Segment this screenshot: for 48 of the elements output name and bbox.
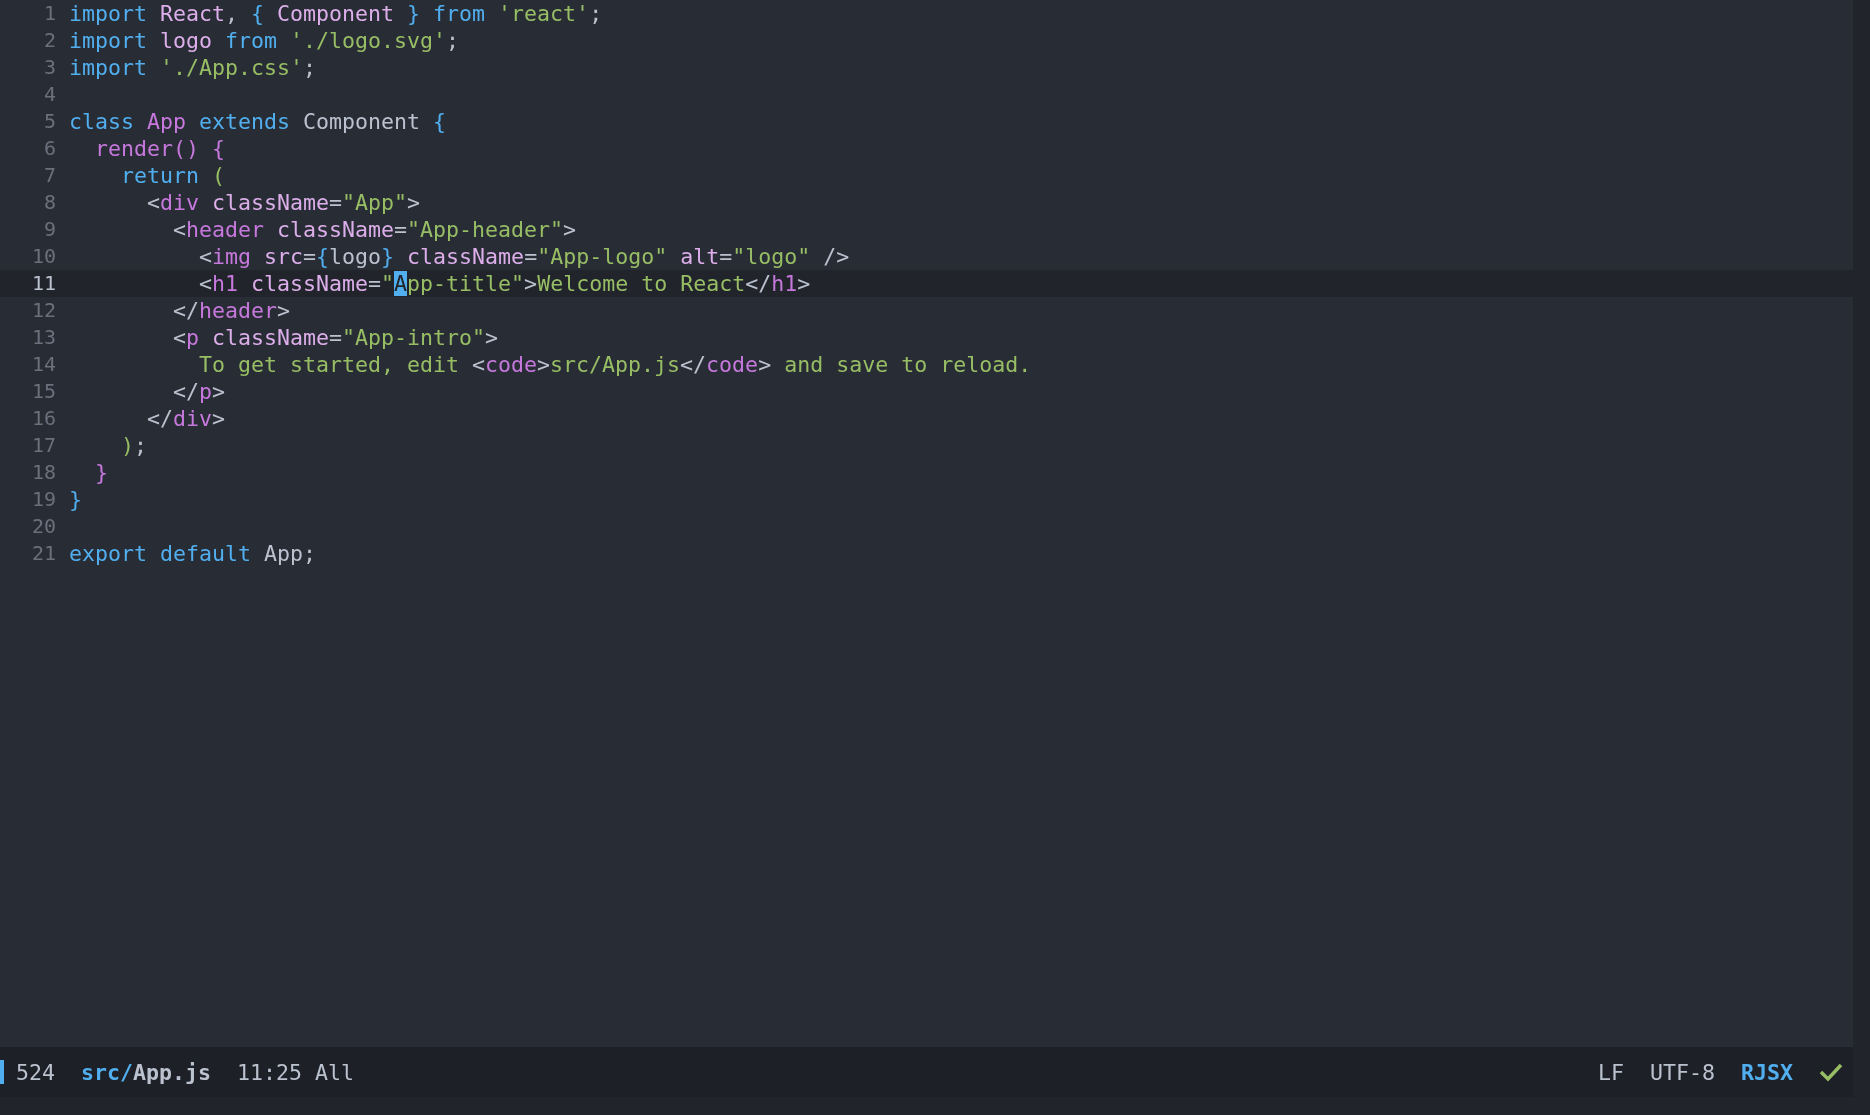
code-line[interactable]: render() { xyxy=(69,135,225,162)
code-line[interactable]: <header className="App-header"> xyxy=(69,216,577,243)
line-number: 15 xyxy=(30,378,56,405)
line-number: 5 xyxy=(42,108,56,135)
code-line[interactable]: import React, { Component } from 'react'; xyxy=(69,0,603,27)
code-line[interactable]: </div> xyxy=(69,405,226,432)
code-line[interactable]: export default App; xyxy=(69,540,317,567)
line-number: 1 xyxy=(42,0,56,27)
line-number: 13 xyxy=(30,324,56,351)
code-line[interactable]: <img src={logo} className="App-logo" alt="logo" /> xyxy=(69,243,850,270)
line-number: 14 xyxy=(30,351,56,378)
code-line[interactable]: import logo from './logo.svg'; xyxy=(69,27,460,54)
line-number: 16 xyxy=(30,405,56,432)
code-line[interactable]: <div className="App"> xyxy=(69,189,421,216)
major-mode: RJSX xyxy=(1741,1059,1793,1085)
line-number: 12 xyxy=(30,297,56,324)
encoding: UTF-8 xyxy=(1649,1059,1715,1085)
line-number: 11 xyxy=(30,270,56,297)
line-number: 3 xyxy=(42,54,56,81)
line-number: 21 xyxy=(30,540,56,567)
code-line[interactable]: </p> xyxy=(69,378,226,405)
code-line[interactable]: </header> xyxy=(69,297,291,324)
file-path: src/App.js xyxy=(81,1059,212,1085)
line-number: 19 xyxy=(30,486,56,513)
code-line[interactable]: import './App.css'; xyxy=(69,54,317,81)
line-number: 20 xyxy=(30,513,56,540)
line-number: 4 xyxy=(42,81,56,108)
line-number: 7 xyxy=(42,162,56,189)
line-number: 2 xyxy=(42,27,56,54)
code-line[interactable]: ); xyxy=(69,432,148,459)
code-line[interactable]: <p className="App-intro"> xyxy=(69,324,499,351)
code-line[interactable]: <h1 className="App-title">Welcome to React</h1> xyxy=(69,270,811,297)
line-number: 8 xyxy=(42,189,56,216)
code-line[interactable]: return ( xyxy=(69,162,226,189)
line-ending: LF xyxy=(1597,1059,1624,1085)
buffer-size: 524 xyxy=(16,1059,55,1085)
code-line[interactable]: To get started, edit <code>src/App.js</code> and save to reload. xyxy=(69,351,1032,378)
scroll-position: All xyxy=(315,1059,355,1085)
line-number: 10 xyxy=(30,243,56,270)
line-number: 9 xyxy=(42,216,56,243)
status-indicator xyxy=(0,1060,4,1084)
line-number: 17 xyxy=(30,432,56,459)
cursor-position: 11:25 xyxy=(237,1059,303,1085)
code-line[interactable]: } xyxy=(69,486,82,513)
line-number: 18 xyxy=(30,459,56,486)
code-line[interactable]: } xyxy=(69,459,108,486)
line-number: 6 xyxy=(42,135,56,162)
code-line[interactable]: class App extends Component { xyxy=(69,108,447,135)
